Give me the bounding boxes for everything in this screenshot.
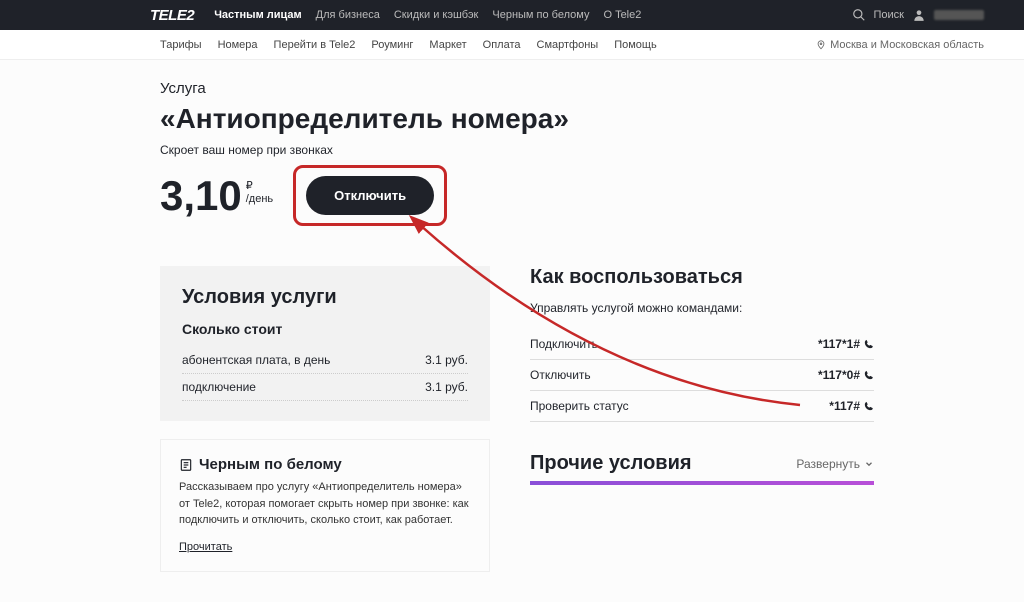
cmd-code[interactable]: *117*0# <box>818 368 874 382</box>
breadcrumb: Услуга <box>160 80 874 97</box>
terms-row-fee: абонентская плата, в день 3.1 руб. <box>182 347 468 374</box>
topnav-blog[interactable]: Черным по белому <box>492 9 589 21</box>
topnav-business[interactable]: Для бизнеса <box>316 9 380 21</box>
subnav-numbers[interactable]: Номера <box>218 39 258 51</box>
terms-row-label: абонентская плата, в день <box>182 353 330 367</box>
subnav-payment[interactable]: Оплата <box>483 39 521 51</box>
content: Услуга «Антиопределитель номера» Скроет … <box>0 60 1024 602</box>
cmd-code[interactable]: *117*1# <box>818 337 874 351</box>
region-label: Москва и Московская область <box>830 39 984 51</box>
howto-intro: Управлять услугой можно командами: <box>530 301 874 315</box>
phone-icon <box>864 401 874 411</box>
subnav-market[interactable]: Маркет <box>429 39 466 51</box>
search-label[interactable]: Поиск <box>874 9 904 21</box>
topnav-about[interactable]: О Tele2 <box>603 9 641 21</box>
subnav-phones[interactable]: Смартфоны <box>537 39 599 51</box>
cmd-row-enable: Подключить *117*1# <box>530 329 874 360</box>
subnav-tariffs[interactable]: Тарифы <box>160 39 202 51</box>
terms-row-label: подключение <box>182 380 256 394</box>
user-name-masked[interactable] <box>934 10 984 20</box>
highlight-box: Отключить <box>293 165 447 226</box>
cmd-code[interactable]: *117# <box>829 399 874 413</box>
price: 3,10 ₽/день <box>160 172 273 220</box>
article-heading: Черным по белому <box>179 456 471 473</box>
logo[interactable]: TELE2 <box>150 7 194 24</box>
other-terms-heading: Прочие условия Развернуть <box>530 452 874 485</box>
phone-icon <box>864 370 874 380</box>
article-box: Черным по белому Рассказываем про услугу… <box>160 439 490 572</box>
subnav-roaming[interactable]: Роуминг <box>371 39 413 51</box>
price-row: 3,10 ₽/день Отключить <box>160 165 874 226</box>
page-subtitle: Скроет ваш номер при звонках <box>160 143 874 157</box>
howto-heading: Как воспользоваться <box>530 266 874 289</box>
region-selector[interactable]: Москва и Московская область <box>816 39 984 51</box>
terms-heading: Условия услуги <box>182 286 468 309</box>
price-value: 3,10 <box>160 172 242 220</box>
document-icon <box>179 458 193 472</box>
cmd-label: Проверить статус <box>530 399 629 413</box>
top-bar: TELE2 Частным лицам Для бизнеса Скидки и… <box>0 0 1024 30</box>
terms-row-connect: подключение 3.1 руб. <box>182 374 468 401</box>
terms-subheading: Сколько стоит <box>182 321 468 337</box>
article-body: Рассказываем про услугу «Антиопределител… <box>179 479 471 529</box>
page-title: «Антиопределитель номера» <box>160 103 874 135</box>
terms-box: Условия услуги Сколько стоит абонентская… <box>160 266 490 421</box>
columns: Условия услуги Сколько стоит абонентская… <box>160 266 874 572</box>
cmd-row-status: Проверить статус *117# <box>530 391 874 422</box>
col-right: Как воспользоваться Управлять услугой мо… <box>530 266 874 572</box>
topnav-cashback[interactable]: Скидки и кэшбэк <box>394 9 479 21</box>
phone-icon <box>864 339 874 349</box>
subnav-switch[interactable]: Перейти в Tele2 <box>274 39 356 51</box>
terms-row-value: 3.1 руб. <box>425 353 468 367</box>
cmd-label: Подключить <box>530 337 598 351</box>
read-link[interactable]: Прочитать <box>179 541 232 553</box>
cmd-row-disable: Отключить *117*0# <box>530 360 874 391</box>
top-right: Поиск <box>852 8 984 22</box>
search-icon[interactable] <box>852 8 866 22</box>
disable-button[interactable]: Отключить <box>306 176 434 215</box>
subnav-help[interactable]: Помощь <box>614 39 657 51</box>
topnav-personal[interactable]: Частным лицам <box>214 9 301 21</box>
col-left: Условия услуги Сколько стоит абонентская… <box>160 266 490 572</box>
sub-nav: Тарифы Номера Перейти в Tele2 Роуминг Ма… <box>0 30 1024 60</box>
user-icon[interactable] <box>912 8 926 22</box>
expand-toggle[interactable]: Развернуть <box>796 457 874 471</box>
price-unit: ₽/день <box>246 180 273 206</box>
chevron-down-icon <box>864 459 874 469</box>
terms-row-value: 3.1 руб. <box>425 380 468 394</box>
cmd-label: Отключить <box>530 368 591 382</box>
pin-icon <box>816 40 826 50</box>
